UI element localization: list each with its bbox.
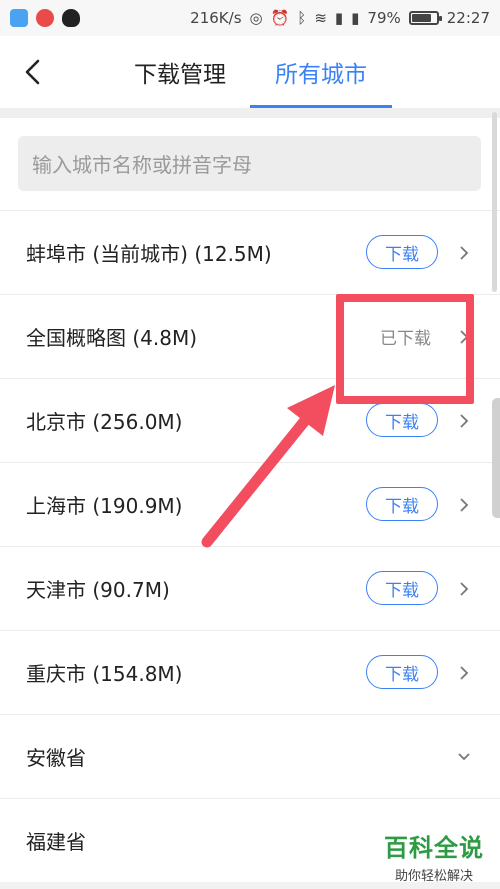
chevron-down-icon[interactable] <box>456 748 472 766</box>
city-name: 天津市 (90.7M) <box>26 578 170 602</box>
list-item[interactable]: 上海市 (190.9M) 下载 <box>0 462 500 546</box>
section-gap <box>0 108 500 118</box>
location-icon: ◎ <box>249 9 263 27</box>
list-item[interactable]: 重庆市 (154.8M) 下载 <box>0 630 500 714</box>
download-button[interactable]: 下载 <box>366 235 438 269</box>
chevron-right-icon[interactable] <box>456 412 472 430</box>
qq-app-icon <box>62 9 80 27</box>
bluetooth-icon: ᛒ <box>297 9 307 27</box>
chevron-right-icon[interactable] <box>456 664 472 682</box>
city-name: 重庆市 (154.8M) <box>26 662 183 686</box>
back-arrow-icon[interactable] <box>22 58 46 86</box>
list-item[interactable]: 天津市 (90.7M) 下载 <box>0 546 500 630</box>
network-speed: 216K/s <box>190 9 242 27</box>
list-item[interactable]: 北京市 (256.0M) 下载 <box>0 378 500 462</box>
province-name: 福建省 <box>26 830 86 854</box>
signal-icon-2: ▮ <box>351 9 360 27</box>
download-button[interactable]: 下载 <box>366 487 438 521</box>
clock: 22:27 <box>446 9 490 27</box>
weibo-app-icon <box>36 9 54 27</box>
signal-icon: ▮ <box>334 9 344 27</box>
edge-panel-handle[interactable] <box>492 398 500 518</box>
chevron-right-icon[interactable] <box>456 244 472 262</box>
shield-app-icon <box>10 9 28 27</box>
tab-download-manage[interactable]: 下载管理 <box>112 36 248 108</box>
chevron-right-icon[interactable] <box>456 580 472 598</box>
list-item[interactable]: 蚌埠市 (当前城市) (12.5M) 下载 <box>0 210 500 294</box>
city-search-input[interactable]: 输入城市名称或拼音字母 <box>18 136 481 191</box>
wifi-icon: ≋ <box>314 9 327 27</box>
search-section: 输入城市名称或拼音字母 <box>0 118 500 210</box>
city-name: 全国概略图 (4.8M) <box>26 326 198 350</box>
watermark: 百科全说 助你轻松解决 <box>374 828 494 884</box>
chevron-right-icon[interactable] <box>456 328 472 346</box>
city-list: 蚌埠市 (当前城市) (12.5M) 下载 全国概略图 (4.8M) 已下载 北… <box>0 210 500 882</box>
downloaded-status: 已下载 <box>380 329 431 349</box>
top-nav: 下载管理 所有城市 <box>0 36 500 108</box>
city-name: 上海市 (190.9M) <box>26 494 183 518</box>
city-name: 北京市 (256.0M) <box>26 410 183 434</box>
watermark-subtitle: 助你轻松解决 <box>394 869 473 884</box>
battery-icon <box>408 11 442 25</box>
tab-all-cities[interactable]: 所有城市 <box>250 36 392 108</box>
list-item[interactable]: 全国概略图 (4.8M) 已下载 <box>0 294 500 378</box>
province-name: 安徽省 <box>26 746 86 770</box>
status-bar: 216K/s ◎ ⏰ ᛒ ≋ ▮ ▮ 79% 22:27 <box>0 0 500 36</box>
list-item[interactable]: 安徽省 <box>0 714 500 798</box>
city-name: 蚌埠市 (当前城市) (12.5M) <box>26 242 272 266</box>
alarm-icon: ⏰ <box>270 9 290 27</box>
watermark-title: 百科全说 <box>384 834 484 862</box>
scrollbar-thumb[interactable] <box>492 112 497 292</box>
battery-percent: 79% <box>367 9 401 27</box>
notification-icons <box>10 9 80 27</box>
download-button[interactable]: 下载 <box>366 403 438 437</box>
chevron-right-icon[interactable] <box>456 496 472 514</box>
download-button[interactable]: 下载 <box>366 655 438 689</box>
download-button[interactable]: 下载 <box>366 571 438 605</box>
